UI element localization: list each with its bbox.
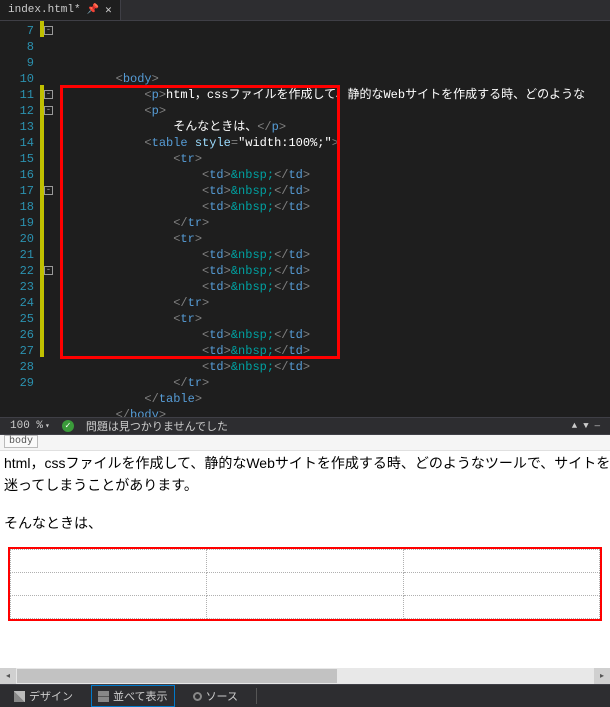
view-source-button[interactable]: ソース: [187, 686, 244, 706]
view-toolbar: デザイン 並べて表示 ソース: [0, 684, 610, 707]
annotation-box-preview: [8, 547, 602, 621]
code-area[interactable]: <body> <p>html，cssファイルを作成して、静的なWebサイトを作成…: [58, 21, 610, 417]
scroll-right-icon[interactable]: ▸: [594, 668, 610, 684]
horizontal-scrollbar[interactable]: ◂ ▸: [0, 668, 610, 684]
minus-icon[interactable]: —: [595, 421, 600, 431]
preview-paragraph-1: html，cssファイルを作成して、静的なWebサイトを作成する時、どのようなツ…: [4, 453, 606, 473]
status-right: ▲ ▼ —: [572, 421, 600, 431]
breadcrumb: body: [0, 435, 610, 450]
table-row: [11, 572, 600, 595]
zoom-dropdown[interactable]: 100 %: [10, 420, 50, 432]
design-icon: [14, 691, 25, 702]
tab-index-html[interactable]: index.html* 📌 ✕: [0, 0, 121, 20]
view-design-button[interactable]: デザイン: [8, 686, 79, 706]
preview-pane: html，cssファイルを作成して、静的なWebサイトを作成する時、どのようなツ…: [0, 451, 610, 684]
source-icon: [193, 692, 202, 701]
table-row: [11, 595, 600, 618]
chevron-up-icon[interactable]: ▲: [572, 421, 577, 431]
scroll-left-icon[interactable]: ◂: [0, 668, 16, 684]
divider: [256, 688, 257, 704]
preview-table[interactable]: [10, 549, 600, 619]
view-split-button[interactable]: 並べて表示: [91, 685, 175, 707]
line-number-gutter: 7891011121314151617181920212223242526272…: [0, 21, 40, 417]
check-icon: ✓: [62, 420, 74, 432]
problems-text: 問題は見つかりませんでした: [86, 418, 228, 434]
table-row: [11, 549, 600, 572]
editor-status-bar: 100 % ✓ 問題は見つかりませんでした ▲ ▼ —: [0, 417, 610, 435]
chevron-down-icon[interactable]: ▼: [583, 421, 588, 431]
preview-paragraph-2: 迷ってしまうことがあります。: [4, 475, 606, 495]
scrollbar-thumb[interactable]: [17, 669, 337, 683]
split-icon: [98, 691, 109, 702]
breadcrumb-item[interactable]: body: [4, 435, 38, 448]
tab-title: index.html*: [8, 4, 81, 16]
tab-bar: index.html* 📌 ✕: [0, 0, 610, 21]
fold-gutter[interactable]: -----: [44, 21, 58, 417]
close-icon[interactable]: ✕: [105, 3, 112, 17]
pin-icon[interactable]: 📌: [87, 4, 99, 16]
code-editor[interactable]: 7891011121314151617181920212223242526272…: [0, 21, 610, 417]
preview-paragraph-3: そんなときは、: [4, 513, 606, 533]
